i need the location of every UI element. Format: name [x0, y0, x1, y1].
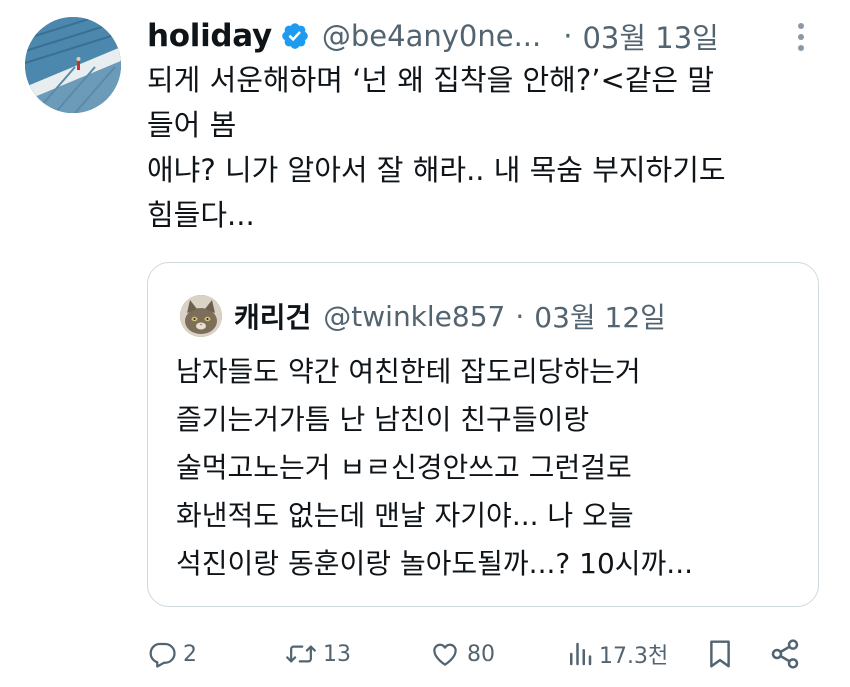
author-avatar[interactable]: [25, 17, 121, 113]
heart-icon: [429, 639, 461, 669]
retweet-button[interactable]: 13: [285, 632, 351, 676]
share-button[interactable]: [769, 632, 801, 676]
quoted-tweet-date: 03월 12일: [534, 301, 666, 334]
bookmark-icon: [705, 638, 735, 670]
view-count: 17.3천: [599, 644, 669, 669]
views-button[interactable]: 17.3천: [567, 632, 668, 676]
tweet-date[interactable]: 03월 13일: [582, 15, 718, 57]
tweet-action-bar: 2 13 80 17.3천: [147, 632, 817, 676]
verified-badge-icon: [280, 21, 310, 51]
quoted-tweet-card[interactable]: 캐리건 @twinkle857 · 03월 12일 남자들도 약간 여친한테 잡…: [147, 262, 819, 607]
author-display-name[interactable]: holiday: [147, 18, 272, 54]
quoted-tweet-line: 석진이랑 동훈이랑 놀아도될까...? 10시까...: [176, 547, 693, 580]
reply-button[interactable]: 2: [147, 632, 197, 676]
quoted-header-separator: ·: [515, 299, 525, 333]
quoted-author-avatar: [180, 295, 222, 337]
header-separator: ·: [563, 19, 573, 53]
share-icon: [769, 638, 801, 670]
quoted-tweet-line: 즐기는거가틈 난 남친이 친구들이랑: [176, 403, 590, 436]
quoted-tweet-line: 술먹고노는거 ㅂㄹ신경안쓰고 그런걸로: [176, 451, 632, 484]
reply-icon: [147, 639, 177, 669]
retweet-icon: [285, 639, 317, 669]
quoted-author-display-name: 캐리건: [234, 301, 312, 334]
tweet-header: holiday @be4any0ne... · 03월 13일: [147, 14, 830, 58]
like-count: 80: [467, 641, 495, 667]
quoted-tweet-line: 화낸적도 없는데 맨날 자기야... 나 오늘: [176, 499, 634, 532]
quoted-tweet-header: 캐리건 @twinkle857 · 03월 12일: [180, 293, 666, 339]
like-button[interactable]: 80: [429, 632, 495, 676]
more-dots-icon[interactable]: [797, 22, 805, 52]
author-handle[interactable]: @be4any0ne...: [322, 19, 541, 53]
quoted-tweet-text: 남자들도 약간 여친한테 잡도리당하는거 즐기는거가틈 난 남친이 친구들이랑 …: [176, 348, 693, 588]
views-chart-icon: [567, 639, 593, 669]
retweet-count: 13: [323, 641, 351, 667]
reply-count: 2: [183, 641, 197, 667]
tweet-line: 애냐? 니가 알아서 잘 해라.. 내 목숨 부지하기도: [147, 153, 726, 187]
tweet-text: 되게 서운해하며 ‘넌 왜 집착을 안해?’<같은 말 들어 봄 애냐? 니가 …: [147, 58, 827, 238]
tweet-line: 들어 봄: [147, 108, 237, 142]
bookmark-button[interactable]: [705, 632, 735, 676]
quoted-author-handle: @twinkle857: [323, 299, 506, 333]
quoted-tweet-line: 남자들도 약간 여친한테 잡도리당하는거: [176, 355, 641, 388]
tweet-line: 힘들다...: [147, 198, 255, 232]
tweet-line: 되게 서운해하며 ‘넌 왜 집착을 안해?’<같은 말: [147, 63, 714, 97]
